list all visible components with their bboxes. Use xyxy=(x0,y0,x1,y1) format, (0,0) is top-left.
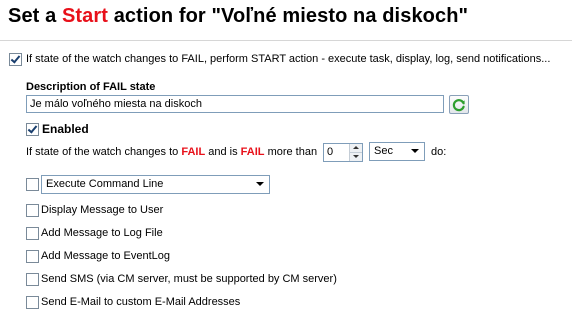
condition-do-label: do: xyxy=(431,146,447,158)
refresh-icon xyxy=(452,99,465,112)
condition-part1: If state of the watch changes to xyxy=(26,146,179,158)
condition-fail-state-1: FAIL xyxy=(181,146,206,158)
condition-text: If state of the watch changes to FAIL an… xyxy=(26,146,317,158)
chevron-down-icon xyxy=(256,182,264,186)
duration-unit-value: Sec xyxy=(374,145,393,157)
chevron-down-icon xyxy=(411,149,419,153)
spinner-up-icon[interactable] xyxy=(350,144,362,153)
duration-value: 0 xyxy=(327,146,334,158)
command-line-select[interactable]: Execute Command Line xyxy=(41,175,270,194)
log-file-label: Add Message to Log File xyxy=(41,227,163,239)
duration-spinner[interactable]: 0 xyxy=(323,143,363,162)
display-message-label: Display Message to User xyxy=(41,204,164,216)
display-message-checkbox[interactable] xyxy=(26,204,39,217)
duration-spinner-buttons xyxy=(349,144,362,161)
description-input[interactable]: Je málo voľného miesta na diskoch xyxy=(26,95,444,113)
perform-start-action-checkbox[interactable] xyxy=(9,53,22,66)
enabled-label: Enabled xyxy=(42,122,89,136)
send-email-checkbox[interactable] xyxy=(26,296,39,309)
title-highlight: Start xyxy=(61,5,109,27)
duration-unit-select[interactable]: Sec xyxy=(369,142,425,161)
refresh-description-button[interactable] xyxy=(449,95,469,114)
header: Set a Start action for "Voľné miesto na … xyxy=(0,0,572,40)
condition-part3: more than xyxy=(267,146,318,158)
title-suffix: action for "Voľné miesto na diskoch" xyxy=(108,5,469,27)
spinner-down-icon[interactable] xyxy=(350,153,362,161)
condition-fail-state-2: FAIL xyxy=(240,146,265,158)
execute-command-checkbox[interactable] xyxy=(26,178,39,191)
perform-start-action-label: If state of the watch changes to FAIL, p… xyxy=(26,53,551,65)
send-email-label: Send E-Mail to custom E-Mail Addresses xyxy=(41,296,241,308)
send-sms-checkbox[interactable] xyxy=(26,273,39,286)
command-line-value: Execute Command Line xyxy=(46,178,164,190)
title-prefix: Set a xyxy=(8,5,62,27)
page-title: Set a Start action for "Voľné miesto na … xyxy=(8,5,468,28)
description-label: Description of FAIL state xyxy=(26,81,156,93)
log-file-checkbox[interactable] xyxy=(26,227,39,240)
enabled-checkbox[interactable] xyxy=(26,123,39,136)
send-sms-label: Send SMS (via CM server, must be support… xyxy=(41,273,337,285)
condition-part2: and is xyxy=(208,146,238,158)
event-log-label: Add Message to EventLog xyxy=(41,250,171,262)
event-log-checkbox[interactable] xyxy=(26,250,39,263)
